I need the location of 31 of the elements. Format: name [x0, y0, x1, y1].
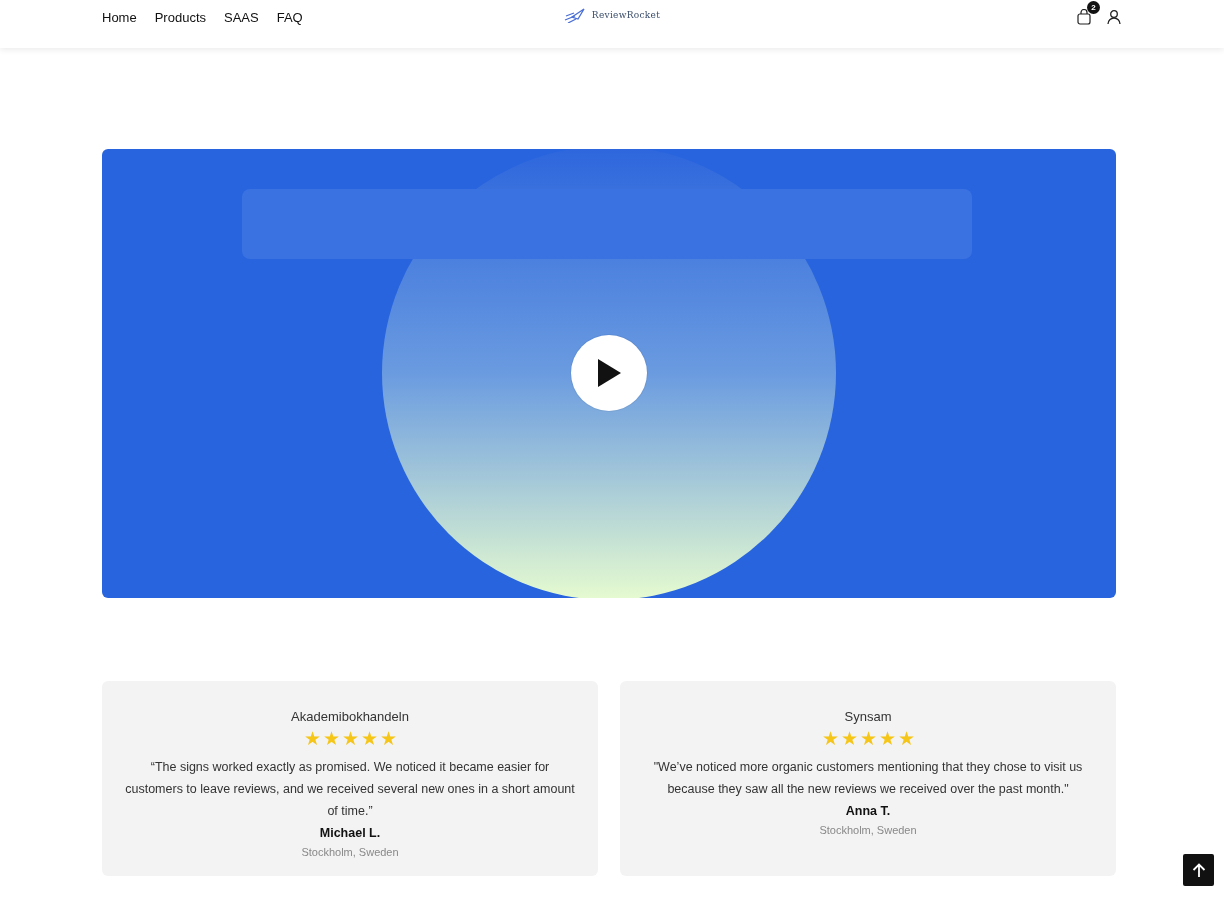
star-icon: ★ [322, 728, 340, 750]
account-button[interactable] [1106, 9, 1122, 25]
author-location: Stockholm, Sweden [819, 824, 917, 836]
star-icon: ★ [821, 728, 839, 750]
star-icon: ★ [840, 728, 858, 750]
logo-text[interactable]: ReviewRocket [591, 10, 661, 20]
company-name: Akademibokhandeln [291, 709, 409, 724]
testimonial-quote: "We’ve noticed more organic customers mentioning that they chose to visit us because they saw all the new reviews we received over the past month." [652, 759, 1084, 798]
cart-count: 2 [1087, 1, 1100, 14]
author-name: Anna T. [845, 804, 891, 818]
play-icon [596, 358, 622, 388]
user-icon [1106, 9, 1122, 25]
star-icon: ★ [379, 728, 397, 750]
nav-link[interactable]: Home [102, 9, 137, 25]
star-icon: ★ [360, 728, 378, 750]
nav-link[interactable]: FAQ [276, 9, 303, 25]
arrow-up-icon [1191, 862, 1206, 878]
company-name: Synsam [844, 709, 892, 724]
star-icon: ★ [897, 728, 915, 750]
star-icon: ★ [878, 728, 896, 750]
testimonial-quote: “The signs worked exactly as promised. We noticed it became easier for customers to leave reviews, and we received several new ones in a short amount of time.” [124, 759, 576, 820]
nav-link[interactable]: Products [154, 9, 206, 25]
back-to-top-button[interactable] [1183, 854, 1214, 886]
author-location: Stockholm, Sweden [301, 846, 399, 858]
star-icon: ★ [341, 728, 359, 750]
shopping-bag-icon [1076, 9, 1092, 25]
star-icon: ★ [859, 728, 877, 750]
star-icon: ★ [303, 728, 321, 750]
cart-button[interactable]: 2 [1076, 0, 1100, 25]
nav-link[interactable]: SAAS [224, 9, 259, 25]
author-name: Michael L. [319, 826, 381, 840]
